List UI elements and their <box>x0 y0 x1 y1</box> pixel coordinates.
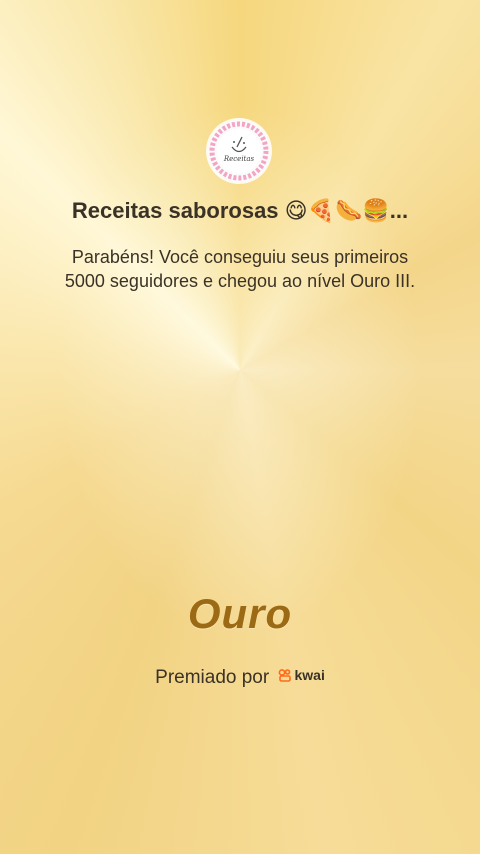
achievement-screen: Receitas Receitas saborosas 😋🍕🌭🍔... Para… <box>0 0 480 854</box>
avatar-image: Receitas <box>209 121 269 181</box>
congrats-message: Parabéns! Você conseguiu seus primeiros … <box>40 245 440 293</box>
avatar-text: Receitas <box>223 155 255 163</box>
message-line-2: 5000 seguidores e chegou ao nível Ouro I… <box>64 271 416 291</box>
kwai-brand-text: kwai <box>294 667 325 683</box>
awarded-by: Premiado por kwai <box>0 662 480 691</box>
profile-name: Receitas saborosas 😋🍕🌭🍔... <box>71 198 409 223</box>
level-title: Ouro <box>187 590 293 637</box>
profile-avatar[interactable]: Receitas <box>208 120 270 182</box>
message-line-1: Parabéns! Você conseguiu seus primeiros <box>71 247 409 267</box>
kwai-logo-icon <box>279 669 292 682</box>
awarded-by-label: Premiado por <box>155 667 270 688</box>
kwai-brand: kwai <box>278 662 325 688</box>
